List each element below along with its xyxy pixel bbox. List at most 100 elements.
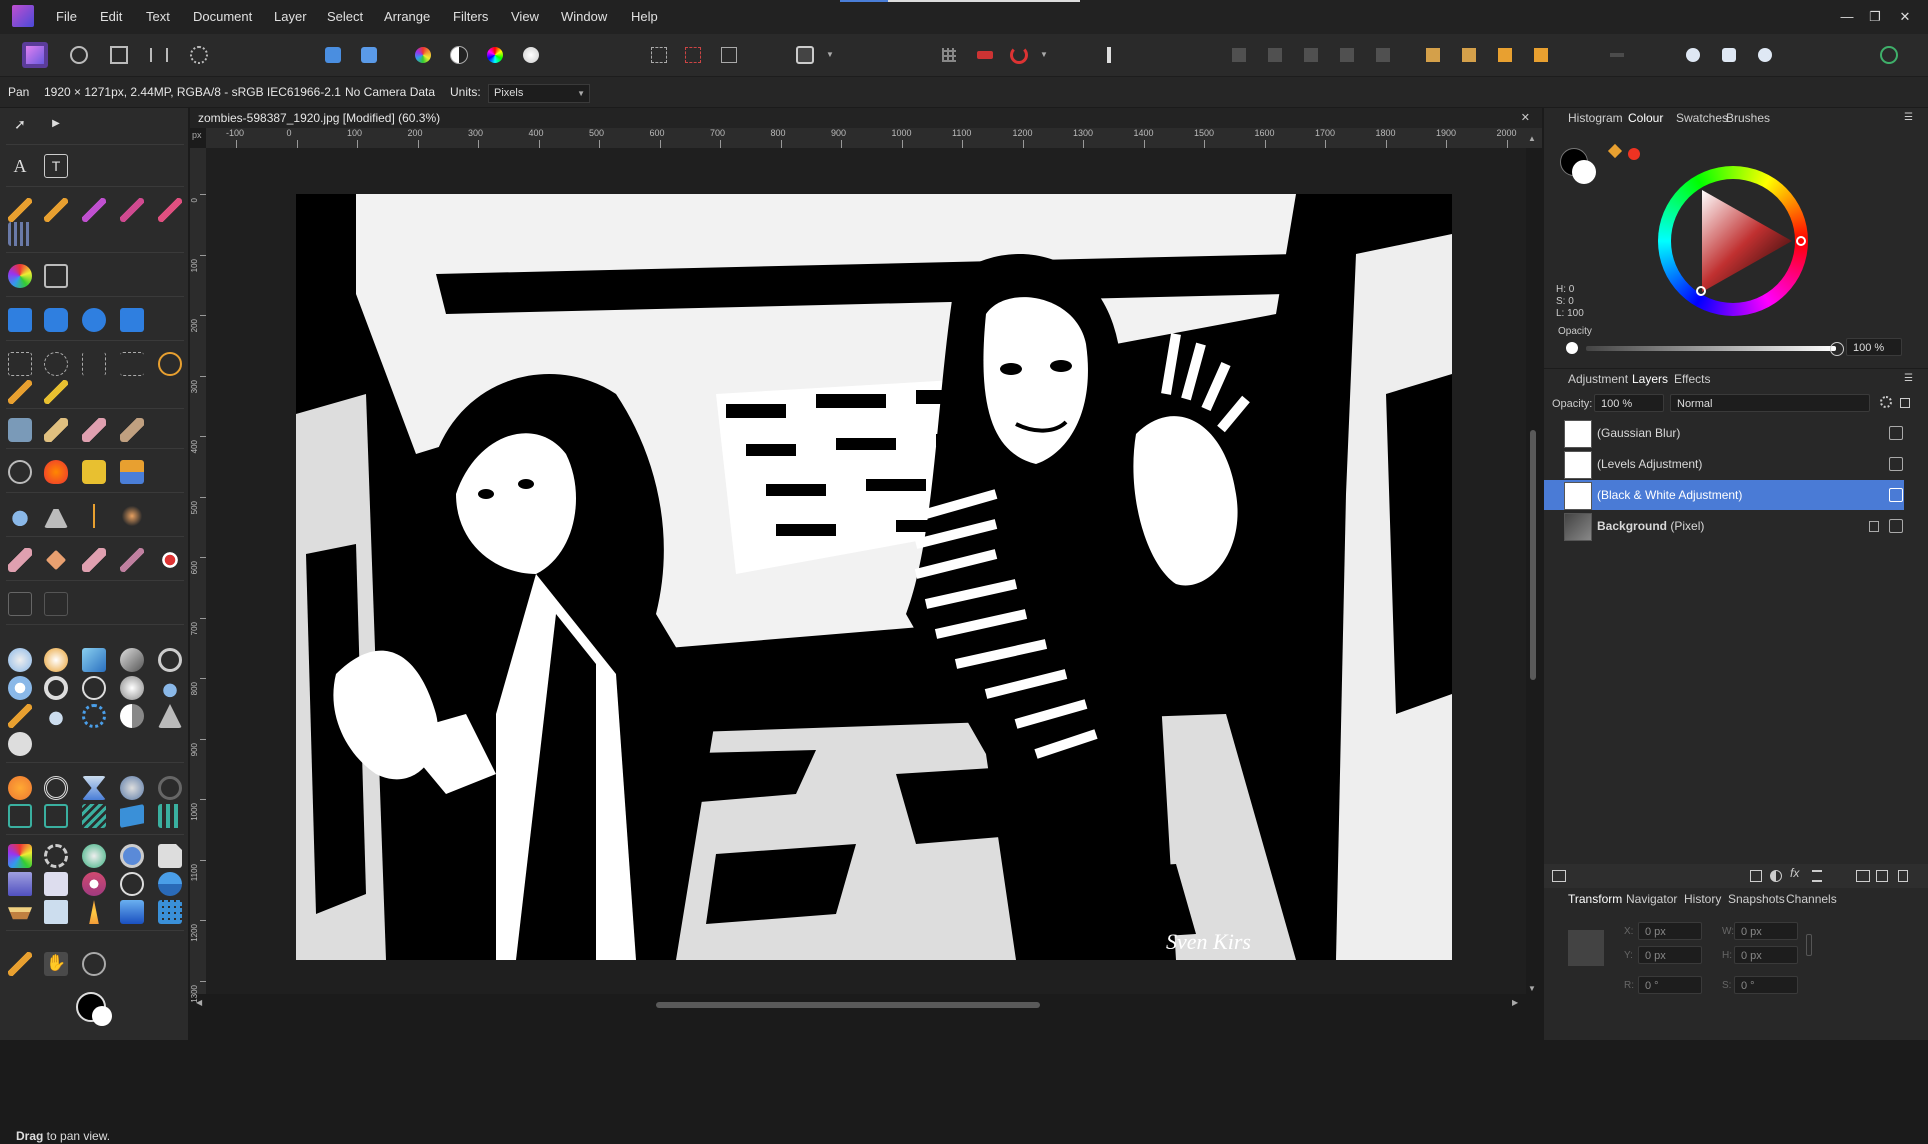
delete-layer-icon[interactable]: [1898, 870, 1908, 882]
layer-row[interactable]: Background (Pixel): [1544, 511, 1904, 541]
liquify-mask-icon[interactable]: [44, 704, 68, 728]
align-bottom-icon[interactable]: [1370, 42, 1396, 68]
x-field[interactable]: 0 px: [1638, 922, 1702, 940]
move-to-front-icon[interactable]: [1528, 42, 1554, 68]
snapping-dropdown-icon[interactable]: ▼: [1040, 50, 1050, 60]
develop-globe-icon[interactable]: [120, 776, 144, 800]
snapping-grid-icon[interactable]: [936, 42, 962, 68]
export-sphere-icon[interactable]: [82, 844, 106, 868]
burn-tool-icon[interactable]: [44, 460, 68, 484]
document-image[interactable]: Sven Kirs: [296, 194, 1452, 960]
invert-selection-icon[interactable]: [716, 42, 742, 68]
align-top-icon[interactable]: [1334, 42, 1360, 68]
red-eye-removal-tool-icon[interactable]: [158, 548, 182, 572]
colour-picker-tool-icon[interactable]: [8, 952, 32, 976]
perspective-tool-icon[interactable]: [44, 592, 68, 616]
colour-handle[interactable]: [1696, 286, 1706, 296]
tab-swatches[interactable]: Swatches: [1676, 111, 1728, 125]
export-target-icon[interactable]: [120, 844, 144, 868]
rotation-field[interactable]: 0 °: [1638, 976, 1702, 994]
liquify-triangle-icon[interactable]: [158, 704, 182, 728]
horizontal-ruler[interactable]: -100 0 100 200 300 400 500 600 700 800 900 1000 1100…: [206, 128, 1542, 148]
scroll-left-icon[interactable]: ◀: [196, 998, 202, 1007]
ellipse-tool-icon[interactable]: [82, 308, 106, 332]
liquify-turbulence-icon[interactable]: [158, 648, 182, 672]
vertical-scrollbar[interactable]: [1530, 430, 1536, 680]
layer-visibility-checkbox[interactable]: [1889, 426, 1903, 440]
export-flame-icon[interactable]: [89, 900, 99, 924]
liquify-brush-icon[interactable]: [8, 704, 32, 728]
row-marquee-tool-icon[interactable]: [120, 352, 144, 376]
column-marquee-tool-icon[interactable]: [82, 352, 106, 376]
link-icon[interactable]: [1806, 934, 1812, 956]
close-window-button[interactable]: ✕: [1888, 0, 1922, 34]
user-account-icon[interactable]: [1876, 42, 1902, 68]
tab-brushes[interactable]: Brushes: [1726, 111, 1770, 125]
export-slice-icon[interactable]: [8, 844, 32, 868]
rounded-rectangle-tool-icon[interactable]: [44, 308, 68, 332]
export-page-icon[interactable]: [158, 844, 182, 868]
opacity-slider-handle[interactable]: [1830, 342, 1844, 356]
secondary-colour-icon[interactable]: [92, 1006, 112, 1026]
liquify-view-icon[interactable]: [8, 732, 32, 756]
export-persona-icon[interactable]: [186, 42, 212, 68]
inpainting-brush-tool-icon[interactable]: [120, 548, 144, 572]
align-right-icon[interactable]: [1298, 42, 1324, 68]
layers-panel-menu-icon[interactable]: ☰: [1904, 373, 1913, 384]
export-burst-icon[interactable]: [82, 872, 106, 896]
patch-tool-icon[interactable]: [45, 549, 67, 571]
auto-levels-icon[interactable]: [320, 42, 346, 68]
export-wave-icon[interactable]: [120, 872, 144, 896]
develop-hourglass-icon[interactable]: [82, 776, 106, 800]
menu-file[interactable]: File: [56, 0, 77, 34]
layer-row[interactable]: (Levels Adjustment): [1544, 449, 1904, 479]
auto-contrast-icon[interactable]: [356, 42, 382, 68]
snapping-magnet-icon[interactable]: [1006, 42, 1032, 68]
flood-select-tool-icon[interactable]: [44, 380, 68, 404]
menu-edit[interactable]: Edit: [100, 0, 122, 34]
layer-visibility-checkbox[interactable]: [1889, 488, 1903, 502]
liquify-reconstruct-icon[interactable]: [82, 676, 106, 700]
tone-select-icon[interactable]: [44, 804, 68, 828]
background-erase-tool-icon[interactable]: [82, 418, 106, 442]
move-forward-one-icon[interactable]: [1492, 42, 1518, 68]
paint-brush-tool-icon[interactable]: [44, 198, 68, 222]
snapping-toggle-icon[interactable]: [972, 42, 998, 68]
photo-persona-icon[interactable]: [22, 42, 48, 68]
opacity-slider[interactable]: [1586, 346, 1836, 351]
scroll-up-icon[interactable]: ▲: [1528, 134, 1536, 143]
subtract-boolean-icon[interactable]: [1716, 42, 1742, 68]
menu-document[interactable]: Document: [193, 0, 252, 34]
develop-lens-icon[interactable]: [158, 776, 182, 800]
close-document-button[interactable]: ✕: [1521, 108, 1530, 128]
selection-brush-tool-icon[interactable]: [8, 380, 32, 404]
menu-text[interactable]: Text: [146, 0, 170, 34]
tone-wave-icon[interactable]: [82, 804, 106, 828]
liquify-ring-icon[interactable]: [82, 704, 106, 728]
tone-mapping-persona-icon[interactable]: [146, 42, 172, 68]
liquify-drop-icon[interactable]: [158, 676, 182, 700]
zoom-tool-icon[interactable]: [82, 952, 106, 976]
white-balance-icon[interactable]: [518, 42, 544, 68]
liquify-push-icon[interactable]: [8, 648, 32, 672]
fx-icon[interactable]: fx: [1790, 866, 1799, 880]
align-center-icon[interactable]: [1262, 42, 1288, 68]
marquee-mode-icon[interactable]: [646, 42, 672, 68]
menu-filters[interactable]: Filters: [453, 0, 488, 34]
export-grid-icon[interactable]: [158, 900, 182, 924]
tab-transform[interactable]: Transform: [1568, 892, 1622, 906]
tab-snapshots[interactable]: Snapshots: [1728, 892, 1785, 906]
colour-wheel[interactable]: [1658, 166, 1808, 316]
tone-flag-icon[interactable]: [120, 804, 144, 828]
elliptical-marquee-tool-icon[interactable]: [44, 352, 68, 376]
develop-vignette-icon[interactable]: [44, 776, 68, 800]
liquify-twirl-icon[interactable]: [44, 648, 68, 672]
shape-tools-icon[interactable]: [120, 308, 144, 332]
blend-mode-select[interactable]: Normal: [1670, 394, 1870, 412]
liquify-half-icon[interactable]: [120, 704, 144, 728]
colour-panel-menu-icon[interactable]: ☰: [1904, 112, 1913, 123]
layer-lock-icon[interactable]: [1869, 521, 1879, 532]
mask-layer-icon[interactable]: [1750, 870, 1762, 882]
layer-visibility-checkbox[interactable]: [1889, 457, 1903, 471]
tools-expand-icon[interactable]: ▶: [44, 112, 68, 136]
